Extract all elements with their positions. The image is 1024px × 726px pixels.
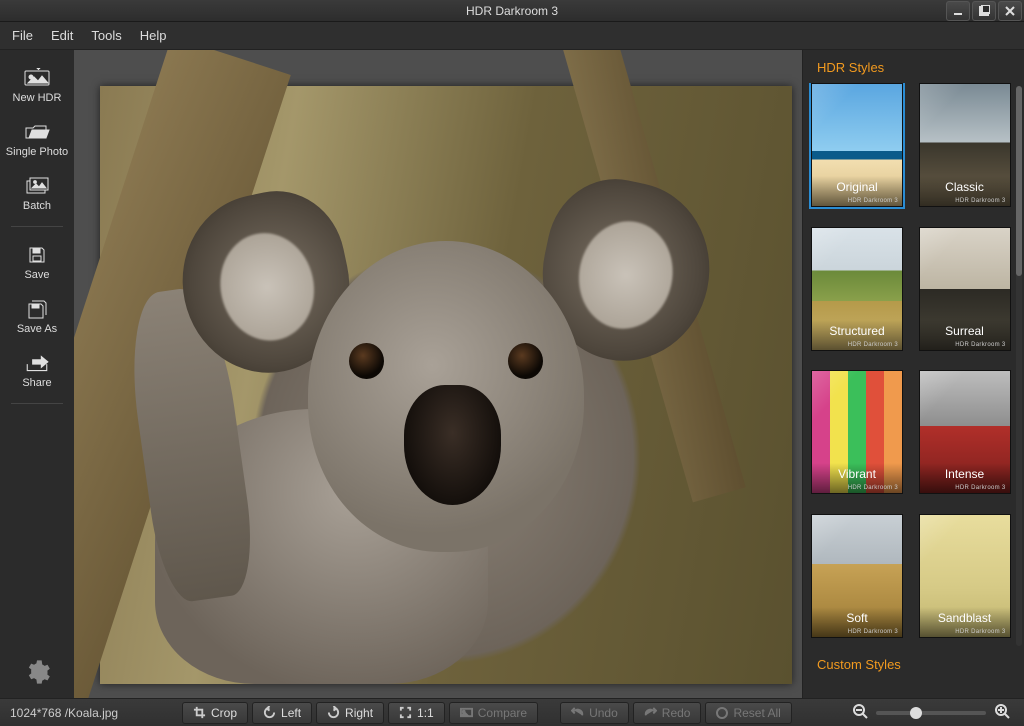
menu-tools[interactable]: Tools <box>91 28 121 43</box>
thumb-subtitle: HDR Darkroom 3 <box>848 198 898 204</box>
thumb-subtitle: HDR Darkroom 3 <box>848 342 898 348</box>
thumb-subtitle: HDR Darkroom 3 <box>848 629 898 635</box>
photo-content <box>100 86 792 684</box>
batch-icon <box>23 176 51 196</box>
sidebar-separator-2 <box>11 403 63 404</box>
svg-text:+: + <box>37 68 40 72</box>
style-thumb-intense[interactable]: IntenseHDR Darkroom 3 <box>919 370 1011 494</box>
custom-styles-header: Custom Styles <box>803 647 1024 680</box>
new-hdr-button[interactable]: + New HDR <box>0 60 74 114</box>
fit-icon <box>399 706 412 719</box>
thumb-subtitle: HDR Darkroom 3 <box>955 342 1005 348</box>
redo-button[interactable]: Redo <box>633 702 702 724</box>
compare-button[interactable]: Compare <box>449 702 538 724</box>
scrollbar-thumb[interactable] <box>1016 86 1022 276</box>
zoom-slider[interactable] <box>876 711 986 715</box>
save-as-icon <box>23 299 51 319</box>
redo-icon <box>644 706 657 719</box>
thumb-subtitle: HDR Darkroom 3 <box>955 485 1005 491</box>
share-label: Share <box>22 377 51 389</box>
image-canvas[interactable] <box>74 50 802 698</box>
reset-icon <box>716 707 728 719</box>
batch-button[interactable]: Batch <box>0 168 74 222</box>
crop-button[interactable]: Crop <box>182 702 248 724</box>
rotate-left-icon <box>263 706 276 719</box>
thumb-subtitle: HDR Darkroom 3 <box>955 629 1005 635</box>
left-sidebar: + New HDR Single Photo Batch Save Save A… <box>0 50 74 698</box>
style-thumb-classic[interactable]: ClassicHDR Darkroom 3 <box>919 83 1011 207</box>
maximize-button[interactable] <box>972 1 996 21</box>
batch-label: Batch <box>23 200 51 212</box>
styles-scrollbar[interactable] <box>1016 86 1022 646</box>
zoom-out-icon <box>852 703 868 719</box>
share-icon <box>23 353 51 373</box>
compare-icon <box>460 706 473 719</box>
settings-button[interactable] <box>23 658 51 686</box>
right-panel: HDR Styles OriginalHDR Darkroom 3Classic… <box>802 50 1024 698</box>
zoom-slider-knob[interactable] <box>910 707 922 719</box>
single-photo-label: Single Photo <box>6 146 68 158</box>
style-thumb-vibrant[interactable]: VibrantHDR Darkroom 3 <box>811 370 903 494</box>
menu-help[interactable]: Help <box>140 28 167 43</box>
folder-open-icon <box>23 122 51 142</box>
one-to-one-button[interactable]: 1:1 <box>388 702 445 724</box>
single-photo-button[interactable]: Single Photo <box>0 114 74 168</box>
new-hdr-icon: + <box>23 68 51 88</box>
status-bar: 1024*768 /Koala.jpg Crop Left Right 1:1 … <box>0 698 1024 726</box>
style-thumb-sandblast[interactable]: SandblastHDR Darkroom 3 <box>919 514 1011 638</box>
zoom-out-button[interactable] <box>852 703 868 722</box>
menu-edit[interactable]: Edit <box>51 28 73 43</box>
rotate-right-button[interactable]: Right <box>316 702 384 724</box>
save-as-label: Save As <box>17 323 57 335</box>
style-thumbnails: OriginalHDR Darkroom 3ClassicHDR Darkroo… <box>803 83 1024 647</box>
minimize-button[interactable] <box>946 1 970 21</box>
file-info: 1024*768 /Koala.jpg <box>10 706 180 720</box>
zoom-in-icon <box>994 703 1010 719</box>
undo-icon <box>571 706 584 719</box>
style-thumb-original[interactable]: OriginalHDR Darkroom 3 <box>811 83 903 207</box>
thumb-subtitle: HDR Darkroom 3 <box>848 485 898 491</box>
save-icon <box>23 245 51 265</box>
window-title: HDR Darkroom 3 <box>466 4 558 18</box>
reset-all-button[interactable]: Reset All <box>705 702 791 724</box>
zoom-in-button[interactable] <box>994 703 1010 722</box>
share-button[interactable]: Share <box>0 345 74 399</box>
style-thumb-surreal[interactable]: SurrealHDR Darkroom 3 <box>919 227 1011 351</box>
rotate-left-button[interactable]: Left <box>252 702 312 724</box>
style-thumb-structured[interactable]: StructuredHDR Darkroom 3 <box>811 227 903 351</box>
gear-icon <box>23 658 51 686</box>
hdr-styles-header: HDR Styles <box>803 50 1024 83</box>
menu-bar: File Edit Tools Help <box>0 22 1024 50</box>
style-thumb-soft[interactable]: SoftHDR Darkroom 3 <box>811 514 903 638</box>
crop-icon <box>193 706 206 719</box>
close-button[interactable] <box>998 1 1022 21</box>
save-button[interactable]: Save <box>0 237 74 291</box>
title-bar: HDR Darkroom 3 <box>0 0 1024 22</box>
save-as-button[interactable]: Save As <box>0 291 74 345</box>
sidebar-separator <box>11 226 63 227</box>
photo-frame <box>100 86 792 684</box>
new-hdr-label: New HDR <box>13 92 62 104</box>
zoom-controls <box>852 703 1014 722</box>
rotate-right-icon <box>327 706 340 719</box>
save-label: Save <box>24 269 49 281</box>
menu-file[interactable]: File <box>12 28 33 43</box>
thumb-subtitle: HDR Darkroom 3 <box>955 198 1005 204</box>
undo-button[interactable]: Undo <box>560 702 629 724</box>
